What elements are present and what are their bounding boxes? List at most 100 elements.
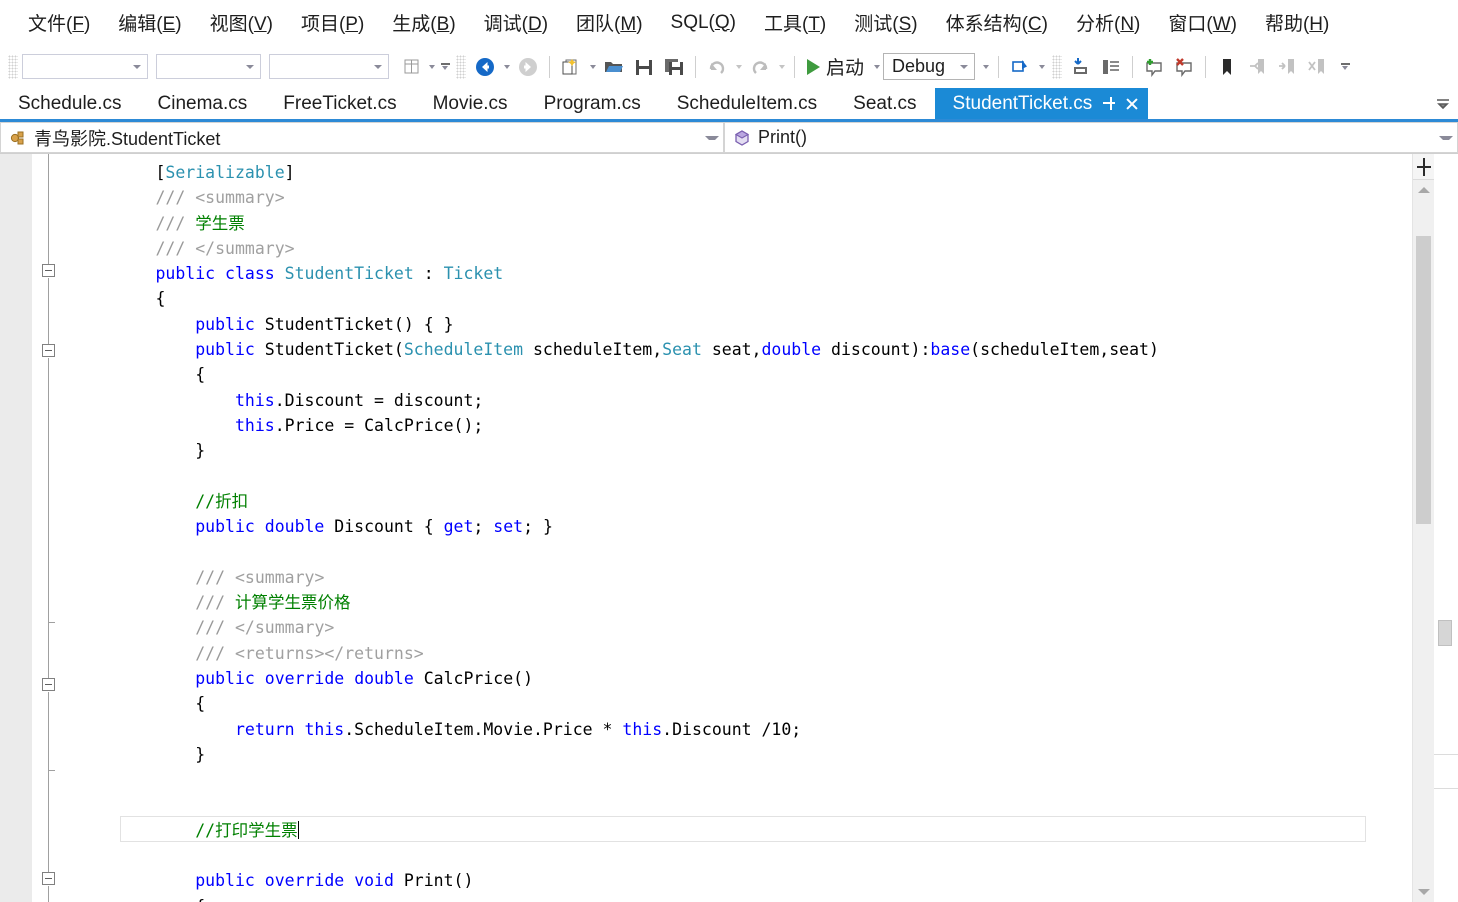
save-all-button[interactable] (660, 52, 688, 82)
menu-item-1[interactable]: 文件(F) (14, 5, 104, 40)
navigate-backward-icon[interactable] (471, 52, 499, 82)
menu-item-9[interactable]: 工具(T) (750, 5, 840, 40)
overflow-bar (1340, 63, 1350, 65)
scroll-up-arrow[interactable] (1413, 180, 1434, 200)
code-line: { (76, 286, 1412, 311)
code-text-area[interactable]: [Serializable] /// <summary> /// 学生票 ///… (64, 154, 1412, 902)
toolbar-combo-3[interactable] (269, 54, 389, 79)
solution-configuration-combo[interactable]: Debug (883, 53, 976, 80)
redo-dropdown[interactable] (775, 52, 788, 82)
delete-comment-button[interactable] (1170, 52, 1198, 82)
menu-item-12[interactable]: 分析(N) (1062, 5, 1154, 40)
window-layout-icon[interactable] (398, 52, 424, 82)
scrollbar-track[interactable] (1413, 200, 1434, 882)
pin-tab-icon[interactable] (1102, 96, 1118, 112)
document-tab-schedule-cs[interactable]: Schedule.cs (0, 88, 140, 119)
scrollbar-thumb[interactable] (1416, 236, 1431, 524)
code-token: public (195, 871, 255, 891)
menu-item-13[interactable]: 窗口(W) (1154, 5, 1251, 40)
toolbar-group-overflow-1[interactable] (438, 54, 452, 80)
menu-item-14[interactable]: 帮助(H) (1251, 5, 1343, 40)
code-token: override (264, 871, 345, 891)
document-tab-studentticket-cs[interactable]: StudentTicket.cs (934, 88, 1149, 119)
fold-toggle-constructor[interactable] (42, 344, 55, 357)
outlining-margin[interactable] (32, 154, 64, 902)
clear-bookmarks-button[interactable] (1303, 52, 1331, 82)
editor-split-handle[interactable] (1413, 154, 1434, 180)
menu-mnemonic: Q (714, 11, 730, 33)
code-token: this (234, 390, 275, 410)
code-token: seat, (701, 340, 762, 360)
document-tab-seat-cs[interactable]: Seat.cs (835, 88, 934, 119)
scrollbar-annotation-margin[interactable] (1434, 154, 1458, 902)
menu-item-3[interactable]: 视图(V) (196, 5, 287, 40)
menu-item-7[interactable]: 团队(M) (562, 5, 656, 40)
open-file-button[interactable] (600, 52, 628, 82)
menu-item-5[interactable]: 生成(B) (378, 5, 469, 40)
code-line: } (76, 438, 1412, 463)
toolbar-separator (1205, 55, 1207, 78)
scroll-down-arrow[interactable] (1413, 882, 1434, 902)
next-bookmark-button[interactable] (1273, 52, 1301, 82)
arrow-right-circle-icon (519, 57, 537, 76)
clear-bookmarks-icon (1308, 58, 1325, 74)
navigate-backward-button[interactable] (470, 52, 513, 82)
previous-bookmark-button[interactable] (1243, 52, 1271, 82)
close-tab-icon[interactable] (1124, 96, 1140, 112)
document-tab-freeticket-cs[interactable]: FreeTicket.cs (265, 88, 414, 119)
indicator-margin[interactable] (0, 154, 32, 902)
document-tab-movie-cs[interactable]: Movie.cs (415, 88, 526, 119)
scrollbar-annotation-marker[interactable] (1438, 620, 1452, 646)
toolbar-combo-1[interactable] (22, 54, 148, 79)
step-over-button[interactable] (1097, 52, 1125, 82)
attach-process-icon[interactable] (1006, 52, 1034, 82)
attach-process-button[interactable] (1005, 52, 1048, 82)
redo-icon[interactable] (746, 52, 774, 82)
navigate-forward-button[interactable] (514, 52, 542, 82)
editor-vertical-scrollbar[interactable] (1412, 154, 1434, 902)
new-project-icon[interactable] (557, 52, 585, 82)
add-comment-button[interactable] (1140, 52, 1168, 82)
window-layout-dropdown[interactable] (425, 52, 438, 82)
redo-button[interactable] (745, 52, 788, 82)
toolbar-grip[interactable] (8, 54, 18, 79)
chevron-down-icon (442, 66, 448, 70)
tab-overflow-button[interactable] (1428, 88, 1458, 119)
toolbar-overflow-button[interactable] (1338, 54, 1352, 80)
undo-button[interactable] (702, 52, 745, 82)
start-debug-button[interactable]: 启动 (801, 52, 870, 82)
member-dropdown[interactable]: Print() (724, 122, 1458, 153)
document-tab-label: Movie.cs (432, 92, 508, 114)
menu-item-10[interactable]: 测试(S) (840, 5, 931, 40)
undo-dropdown[interactable] (732, 52, 745, 82)
toolbar-combo-2[interactable] (156, 54, 261, 79)
fold-toggle-print[interactable] (42, 872, 55, 885)
document-tab-program-cs[interactable]: Program.cs (526, 88, 659, 119)
document-tab-cinema-cs[interactable]: Cinema.cs (140, 88, 266, 119)
platform-dropdown[interactable] (979, 52, 992, 82)
menu-item-8[interactable]: SQL(Q) (657, 8, 750, 38)
code-token: public (155, 264, 216, 284)
start-debug-dropdown[interactable] (870, 52, 883, 82)
attach-process-dropdown[interactable] (1035, 52, 1048, 82)
document-tab-scheduleitem-cs[interactable]: ScheduleItem.cs (659, 88, 835, 119)
step-into-button[interactable] (1067, 52, 1095, 82)
toolbar-grip-2[interactable] (456, 54, 466, 79)
bookmark-button[interactable] (1213, 52, 1241, 82)
new-project-button[interactable] (556, 52, 599, 82)
menu-item-2[interactable]: 编辑(E) (104, 5, 195, 40)
fold-toggle-calcprice[interactable] (42, 678, 55, 691)
new-project-dropdown[interactable] (586, 52, 599, 82)
fold-toggle-class[interactable] (42, 264, 55, 277)
menu-item-4[interactable]: 项目(P) (287, 5, 378, 40)
save-button[interactable] (630, 52, 658, 82)
window-layout-button[interactable] (397, 52, 438, 82)
navigate-backward-dropdown[interactable] (500, 52, 513, 82)
toolbar-grip-3[interactable] (1052, 54, 1063, 79)
menu-item-6[interactable]: 调试(D) (470, 5, 562, 40)
class-dropdown[interactable]: 青鸟影院.StudentTicket (0, 122, 724, 153)
menu-item-11[interactable]: 体系结构(C) (932, 5, 1062, 40)
undo-icon[interactable] (703, 52, 731, 82)
